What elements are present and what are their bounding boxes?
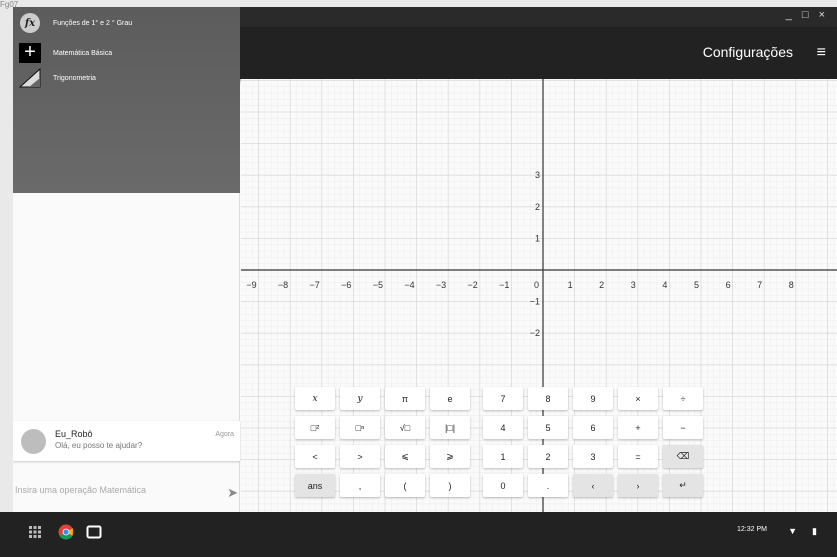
drawer-item-label: Matemática Básica: [53, 49, 113, 57]
x-tick-label: −5: [373, 280, 383, 290]
key-equals[interactable]: =: [618, 445, 658, 468]
key-greater[interactable]: >: [340, 445, 380, 468]
settings-link[interactable]: Configurações: [703, 44, 793, 60]
key-4[interactable]: 4: [483, 416, 523, 439]
chrome-icon[interactable]: [58, 524, 74, 540]
x-tick-label: 5: [694, 280, 699, 290]
window-controls: _ □ ×: [786, 9, 825, 21]
x-tick-label: 2: [599, 280, 604, 290]
y-tick-label: 3: [535, 170, 540, 180]
navigation-drawer: fx Funções de 1° e 2 ° Grau + Matemática…: [13, 7, 240, 193]
app-launcher-icon[interactable]: [27, 524, 43, 540]
avatar: [21, 429, 46, 454]
close-button[interactable]: ×: [819, 9, 825, 21]
key-less[interactable]: <: [295, 445, 335, 468]
key-6[interactable]: 6: [573, 416, 613, 439]
triangle-ruler-icon: [19, 68, 41, 88]
chat-sender-name: Eu_Robô: [55, 429, 93, 439]
key-close-paren[interactable]: ): [430, 474, 470, 497]
enter-key[interactable]: ↵: [663, 474, 703, 497]
key-pi[interactable]: π: [385, 387, 425, 410]
x-tick-label: 6: [726, 280, 731, 290]
y-tick-label: −1: [530, 297, 540, 307]
key-less-equal[interactable]: ⩽: [385, 445, 425, 468]
x-tick-label: 3: [631, 280, 636, 290]
key-abs[interactable]: |□|: [430, 416, 470, 439]
battery-icon[interactable]: ▮: [812, 526, 817, 537]
key-x[interactable]: x: [295, 387, 335, 410]
screen: Fg07 _ □ × Configurações ≡ fx Funções de…: [0, 0, 837, 557]
plus-icon: +: [19, 42, 41, 63]
taskbar: 12:32 PM ▼ ▮: [0, 512, 837, 557]
right-arrow-key[interactable]: ›: [618, 474, 658, 497]
x-tick-label: −3: [436, 280, 446, 290]
key-multiply[interactable]: ×: [618, 387, 658, 410]
minimize-button[interactable]: _: [786, 9, 792, 21]
key-8[interactable]: 8: [528, 387, 568, 410]
key-y[interactable]: y: [340, 387, 380, 410]
key-7[interactable]: 7: [483, 387, 523, 410]
math-keyboard: x y π e □² □ⁿ √□ |□| < > ⩽ ⩾ ans,() 7 8 9 × ÷ 4 5 6 + − 1 2 3 = ⌫ 0.…: [293, 385, 708, 502]
maximize-button[interactable]: □: [802, 9, 809, 21]
drawer-item-matematica-basica[interactable]: + Matemática Básica: [19, 42, 113, 63]
key-0[interactable]: 0: [483, 474, 523, 497]
key-square[interactable]: □²: [295, 416, 335, 439]
clock[interactable]: 12:32 PM: [737, 526, 767, 533]
function-fx-icon: fx: [19, 13, 41, 33]
key-sqrt[interactable]: √□: [385, 416, 425, 439]
chat-message-text: Olá, eu posso te ajudar?: [55, 441, 143, 450]
drawer-item-label: Trigonometria: [53, 74, 96, 82]
key-e[interactable]: e: [430, 387, 470, 410]
left-arrow-key[interactable]: ‹: [573, 474, 613, 497]
x-tick-label: −2: [468, 280, 478, 290]
x-tick-label: −8: [278, 280, 288, 290]
key-9[interactable]: 9: [573, 387, 613, 410]
send-icon[interactable]: ➤: [227, 485, 238, 501]
x-tick-label: −9: [246, 280, 256, 290]
key-3[interactable]: 3: [573, 445, 613, 468]
key-2[interactable]: 2: [528, 445, 568, 468]
x-tick-label: 4: [662, 280, 667, 290]
drawer-item-funcoes[interactable]: fx Funções de 1° e 2 ° Grau: [19, 13, 132, 33]
key-decimal[interactable]: .: [528, 474, 568, 497]
key-power[interactable]: □ⁿ: [340, 416, 380, 439]
key-plus[interactable]: +: [618, 416, 658, 439]
key-ans[interactable]: ans: [295, 474, 335, 497]
x-tick-label: 7: [757, 280, 762, 290]
wifi-icon[interactable]: ▼: [788, 526, 797, 536]
x-tick-label: −1: [499, 280, 509, 290]
chat-message[interactable]: Eu_Robô Olá, eu posso te ajudar? Agora: [13, 421, 240, 461]
key-1[interactable]: 1: [483, 445, 523, 468]
y-tick-label: 2: [535, 202, 540, 212]
key-open-paren[interactable]: (: [385, 474, 425, 497]
drawer-item-trigonometria[interactable]: Trigonometria: [19, 68, 96, 88]
key-5[interactable]: 5: [528, 416, 568, 439]
key-minus[interactable]: −: [663, 416, 703, 439]
x-tick-label: −4: [404, 280, 414, 290]
math-operation-input[interactable]: [15, 485, 215, 495]
input-row: ➤: [13, 481, 240, 505]
window-app-icon[interactable]: [86, 524, 102, 540]
key-comma[interactable]: ,: [340, 474, 380, 497]
y-tick-label: 1: [535, 233, 540, 243]
backspace-key[interactable]: ⌫: [663, 445, 703, 468]
x-tick-label: −7: [310, 280, 320, 290]
key-greater-equal[interactable]: ⩾: [430, 445, 470, 468]
drawer-item-label: Funções de 1° e 2 ° Grau: [53, 19, 133, 27]
x-tick-label: 1: [568, 280, 573, 290]
y-tick-label: −2: [530, 328, 540, 338]
chat-timestamp: Agora: [215, 431, 234, 438]
key-divide[interactable]: ÷: [663, 387, 703, 410]
x-tick-label: −6: [341, 280, 351, 290]
x-tick-label: 8: [789, 280, 794, 290]
menu-icon[interactable]: ≡: [817, 45, 826, 61]
x-tick-label: 0: [534, 280, 539, 290]
